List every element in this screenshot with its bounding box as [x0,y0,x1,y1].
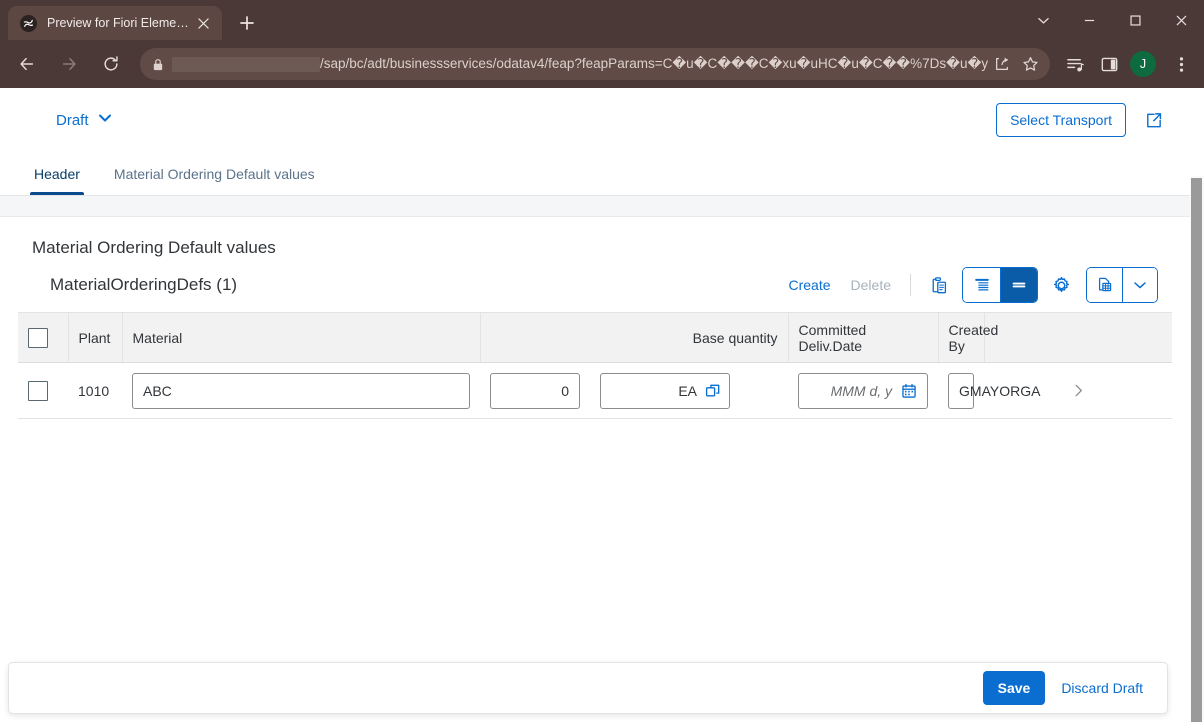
minimize-icon[interactable] [1066,1,1112,39]
tab-material-ordering-default-values[interactable]: Material Ordering Default values [110,152,319,195]
delete-button: Delete [850,277,891,293]
window-controls [1020,0,1204,40]
new-tab-button[interactable] [232,8,262,38]
star-icon[interactable] [1016,50,1044,78]
fiori-app: Draft Select Transport Header Material O… [0,88,1190,722]
back-arrow-icon[interactable] [11,48,43,80]
redacted-host [172,56,320,72]
table-toolbar: MaterialOrderingDefs (1) Create Delete [18,258,1172,312]
column-base-quantity[interactable]: Base quantity [480,312,789,363]
base-quantity-value: 0 [561,382,570,399]
globe-icon [20,14,37,32]
material-input[interactable]: ABC [132,372,471,409]
row-select-cell [18,362,68,419]
side-panel-icon[interactable] [1094,48,1124,80]
column-created-by[interactable]: Created By [938,312,998,363]
object-page-tabs: Header Material Ordering Default values [0,152,1190,196]
calendar-icon[interactable] [901,383,917,399]
column-committed-deliv-date[interactable]: Committed Deliv.Date [788,312,939,363]
browser-titlebar: Preview for Fiori Elements App [0,0,1204,40]
table-row[interactable]: 1010 ABC 0 EA MMM d, y GMAYORGA [18,362,1172,419]
committed-deliv-date-input[interactable]: MMM d, y [798,372,929,409]
toolbar-separator [910,274,911,296]
lock-icon [152,58,164,71]
save-button[interactable]: Save [982,671,1046,705]
select-all-checkbox[interactable] [28,327,48,348]
created-by-value: GMAYORGA [959,382,1041,399]
tab-material-ordering-label: Material Ordering Default values [113,165,315,182]
cell-unit: EA [590,362,789,419]
cell-plant: 1010 [68,362,122,419]
browser-tab[interactable]: Preview for Fiori Elements App [8,6,222,40]
tab-search-chevron-icon[interactable] [1020,1,1066,39]
address-bar-value: /sap/bc/adt/businessservices/odatav4/fea… [172,56,988,72]
object-page-header: Draft Select Transport Header Material O… [0,88,1190,196]
list-view-icon[interactable] [963,268,1000,302]
profile-avatar[interactable]: J [1130,51,1156,77]
reload-icon[interactable] [95,48,127,80]
unit-of-measure-input[interactable]: EA [600,372,731,409]
footer-bar: Save Discard Draft [8,662,1168,714]
close-window-icon[interactable] [1158,1,1204,39]
draft-status-button[interactable]: Draft [56,111,112,129]
close-tab-icon[interactable] [192,12,214,34]
page-viewport: Draft Select Transport Header Material O… [0,88,1204,722]
forward-arrow-icon[interactable] [53,48,85,80]
section-gap [0,196,1190,216]
cell-committed-deliv-date: MMM d, y [788,362,939,419]
table-header-row: Plant Material Base quantity Committed D… [18,312,1172,363]
address-bar[interactable]: /sap/bc/adt/businessservices/odatav4/fea… [140,48,1050,80]
object-page-title-row: Draft Select Transport [0,88,1190,152]
tab-header-label: Header [34,165,80,182]
row-checkbox[interactable] [28,380,48,401]
export-to-spreadsheet-icon[interactable] [1087,268,1122,302]
column-select [18,312,69,363]
browser-tab-title: Preview for Fiori Elements App [47,16,192,30]
export-button-group [1086,267,1158,303]
base-quantity-input[interactable]: 0 [490,372,581,409]
scrollbar-thumb[interactable] [1191,178,1202,722]
column-plant[interactable]: Plant [68,312,123,363]
cell-created-by: GMAYORGA [938,362,1040,419]
view-mode-segmented-control [962,267,1038,303]
chevron-down-icon[interactable] [1122,268,1157,302]
create-button[interactable]: Create [779,268,841,302]
share-external-icon[interactable] [1136,103,1170,137]
paste-icon[interactable] [920,268,958,302]
gear-icon[interactable] [1042,268,1080,302]
value-help-icon[interactable] [705,383,721,399]
browser-window: Preview for Fiori Elements App [0,0,1204,722]
maximize-icon[interactable] [1112,1,1158,39]
unit-value: EA [678,382,698,399]
share-icon[interactable] [988,50,1016,78]
table-block: MaterialOrderingDefs (1) Create Delete P… [0,258,1190,419]
url-text: /sap/bc/adt/businessservices/odatav4/fea… [320,56,988,71]
kebab-menu-icon[interactable] [1166,48,1196,80]
discard-draft-button[interactable]: Discard Draft [1049,671,1155,705]
page-title: Material Ordering Default values [32,238,276,257]
created-by-input[interactable]: GMAYORGA [948,372,1040,409]
cell-material: ABC [122,362,481,419]
browser-toolbar: /sap/bc/adt/businessservices/odatav4/fea… [0,40,1204,88]
reading-list-icon[interactable] [1060,48,1090,80]
chevron-down-icon [98,111,112,129]
select-transport-button[interactable]: Select Transport [996,103,1126,137]
material-ordering-table: Plant Material Base quantity Committed D… [18,312,1172,419]
draft-label: Draft [56,111,89,129]
table-title: MaterialOrderingDefs (1) [50,275,238,294]
cell-base-quantity: 0 [480,362,591,419]
material-value: ABC [143,382,172,399]
content-section: Material Ordering Default values Materia… [0,216,1190,722]
column-material[interactable]: Material [122,312,481,363]
column-nav [984,312,1172,363]
tab-header[interactable]: Header [30,152,84,195]
compact-view-icon[interactable] [1000,268,1037,302]
date-placeholder: MMM d, y [830,382,893,399]
